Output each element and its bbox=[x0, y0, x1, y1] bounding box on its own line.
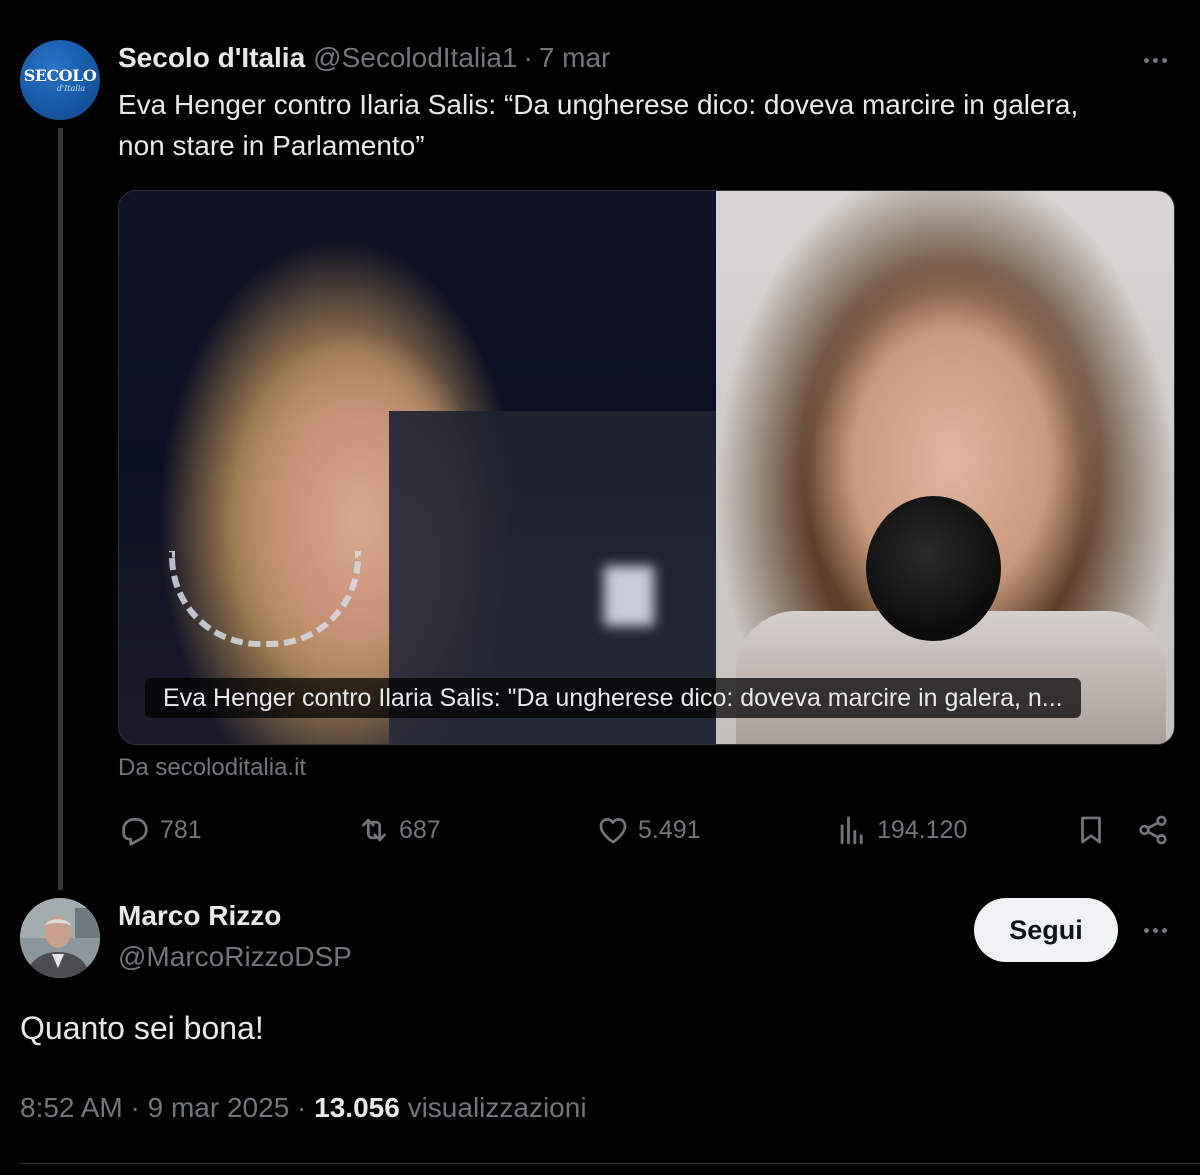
reply-more-dots-icon[interactable] bbox=[1135, 915, 1175, 945]
avatar-portrait bbox=[20, 898, 100, 978]
microphone-shape bbox=[866, 496, 1001, 641]
card-caption: Eva Henger contro Ilaria Salis: "Da ungh… bbox=[145, 678, 1081, 718]
background-light bbox=[604, 566, 654, 626]
reply-date[interactable]: 9 mar 2025 bbox=[148, 1092, 290, 1123]
views-count: 194.120 bbox=[877, 815, 968, 844]
reply-author-handle[interactable]: @MarcoRizzoDSP bbox=[118, 941, 352, 973]
repost-count: 687 bbox=[399, 815, 441, 844]
meta-separator-1: · bbox=[130, 1092, 140, 1123]
original-tweet-date[interactable]: 7 mar bbox=[539, 42, 611, 74]
original-author-name[interactable]: Secolo d'Italia bbox=[118, 42, 305, 74]
secolo-avatar[interactable]: SECOLO d'Italia bbox=[20, 40, 100, 120]
like-count: 5.491 bbox=[638, 815, 701, 844]
bookmark-button[interactable] bbox=[1074, 812, 1116, 848]
reply-author-name[interactable]: Marco Rizzo bbox=[118, 900, 281, 932]
reply-time[interactable]: 8:52 AM bbox=[20, 1092, 123, 1123]
views-button[interactable]: 194.120 bbox=[835, 812, 967, 848]
original-author-handle[interactable]: @SecolodItalia1 bbox=[313, 42, 517, 74]
reply-button[interactable]: 781 bbox=[118, 812, 202, 848]
reply-meta: 8:52 AM · 9 mar 2025 · 13.056 visualizza… bbox=[20, 1092, 587, 1124]
share-icon bbox=[1139, 815, 1167, 845]
bottom-divider bbox=[20, 1163, 1200, 1164]
reply-tweet-text: Quanto sei bona! bbox=[20, 1010, 264, 1046]
share-button[interactable] bbox=[1136, 812, 1178, 848]
thread-connector-line bbox=[58, 128, 63, 890]
rizzo-avatar[interactable] bbox=[20, 898, 100, 978]
views-chart-icon bbox=[840, 816, 863, 845]
link-card[interactable]: Eva Henger contro Ilaria Salis: "Da ungh… bbox=[118, 190, 1175, 745]
reply-views-label: visualizzazioni bbox=[407, 1092, 587, 1123]
necklace-shape bbox=[169, 551, 361, 647]
heart-icon bbox=[599, 818, 627, 844]
original-tweet-header: Secolo d'Italia @SecolodItalia1 · 7 mar bbox=[118, 40, 610, 76]
avatar-logo-subtext: d'Italia bbox=[56, 83, 86, 93]
original-tweet-text: Eva Henger contro Ilaria Salis: “Da ungh… bbox=[118, 89, 1079, 161]
repost-button[interactable]: 687 bbox=[357, 812, 441, 848]
reply-count: 781 bbox=[160, 815, 202, 844]
repost-icon bbox=[362, 818, 386, 842]
reply-icon bbox=[122, 818, 148, 846]
like-button[interactable]: 5.491 bbox=[596, 812, 701, 848]
card-source-link[interactable]: Da secoloditalia.it bbox=[118, 754, 306, 782]
meta-separator-2: · bbox=[297, 1092, 307, 1123]
bookmark-icon bbox=[1081, 816, 1101, 844]
follow-button[interactable]: Segui bbox=[974, 898, 1118, 962]
original-more-dots-icon[interactable] bbox=[1135, 45, 1175, 75]
header-separator: · bbox=[523, 42, 533, 73]
card-image-left bbox=[119, 191, 719, 744]
reply-views-count: 13.056 bbox=[314, 1092, 400, 1123]
avatar-logo-text: SECOLO bbox=[23, 65, 97, 85]
card-image-right bbox=[716, 191, 1174, 744]
